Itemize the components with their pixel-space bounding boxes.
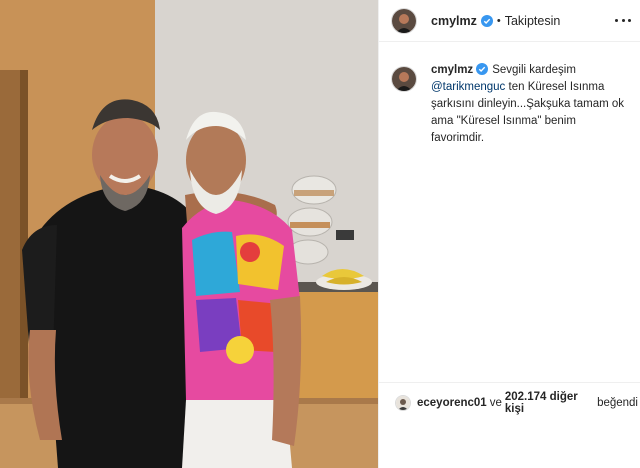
first-liker-username[interactable]: eceyorenc01 bbox=[417, 397, 487, 409]
header-separator: • bbox=[496, 14, 501, 27]
likes-conjunction: ve bbox=[489, 396, 502, 409]
post-author-username[interactable]: cmylmz bbox=[431, 14, 477, 28]
post-side-panel: cmylmz • Takiptesin cmylmz Sevgili kardeş… bbox=[378, 0, 640, 468]
post-header: cmylmz • Takiptesin bbox=[379, 0, 640, 42]
likes-count-link[interactable]: 202.174 diğer kişi bbox=[505, 391, 594, 415]
follow-status-button[interactable]: Takiptesin bbox=[505, 14, 561, 28]
profile-avatar-icon[interactable] bbox=[391, 7, 417, 34]
caption-text-part-1: Sevgili kardeşim bbox=[492, 64, 576, 76]
caption-avatar-icon[interactable] bbox=[391, 66, 417, 92]
likes-summary: eceyorenc01 ve 202.174 diğer kişi beğend… bbox=[379, 382, 640, 422]
caption-username[interactable]: cmylmz bbox=[431, 64, 473, 76]
verified-badge-icon bbox=[480, 14, 493, 27]
likes-suffix: beğendi bbox=[597, 396, 638, 409]
caption-verified-icon bbox=[476, 63, 489, 75]
caption-text: cmylmz Sevgili kardeşim @tarikmenguc ten … bbox=[431, 62, 631, 147]
post-caption: cmylmz Sevgili kardeşim @tarikmenguc ten … bbox=[379, 62, 640, 147]
caption-mention-link[interactable]: @tarikmenguc bbox=[431, 81, 505, 93]
more-options-icon[interactable] bbox=[615, 12, 631, 28]
post-photo-illustration bbox=[0, 0, 378, 468]
post-photo[interactable] bbox=[0, 0, 378, 468]
liker-avatar-icon[interactable] bbox=[395, 394, 411, 411]
